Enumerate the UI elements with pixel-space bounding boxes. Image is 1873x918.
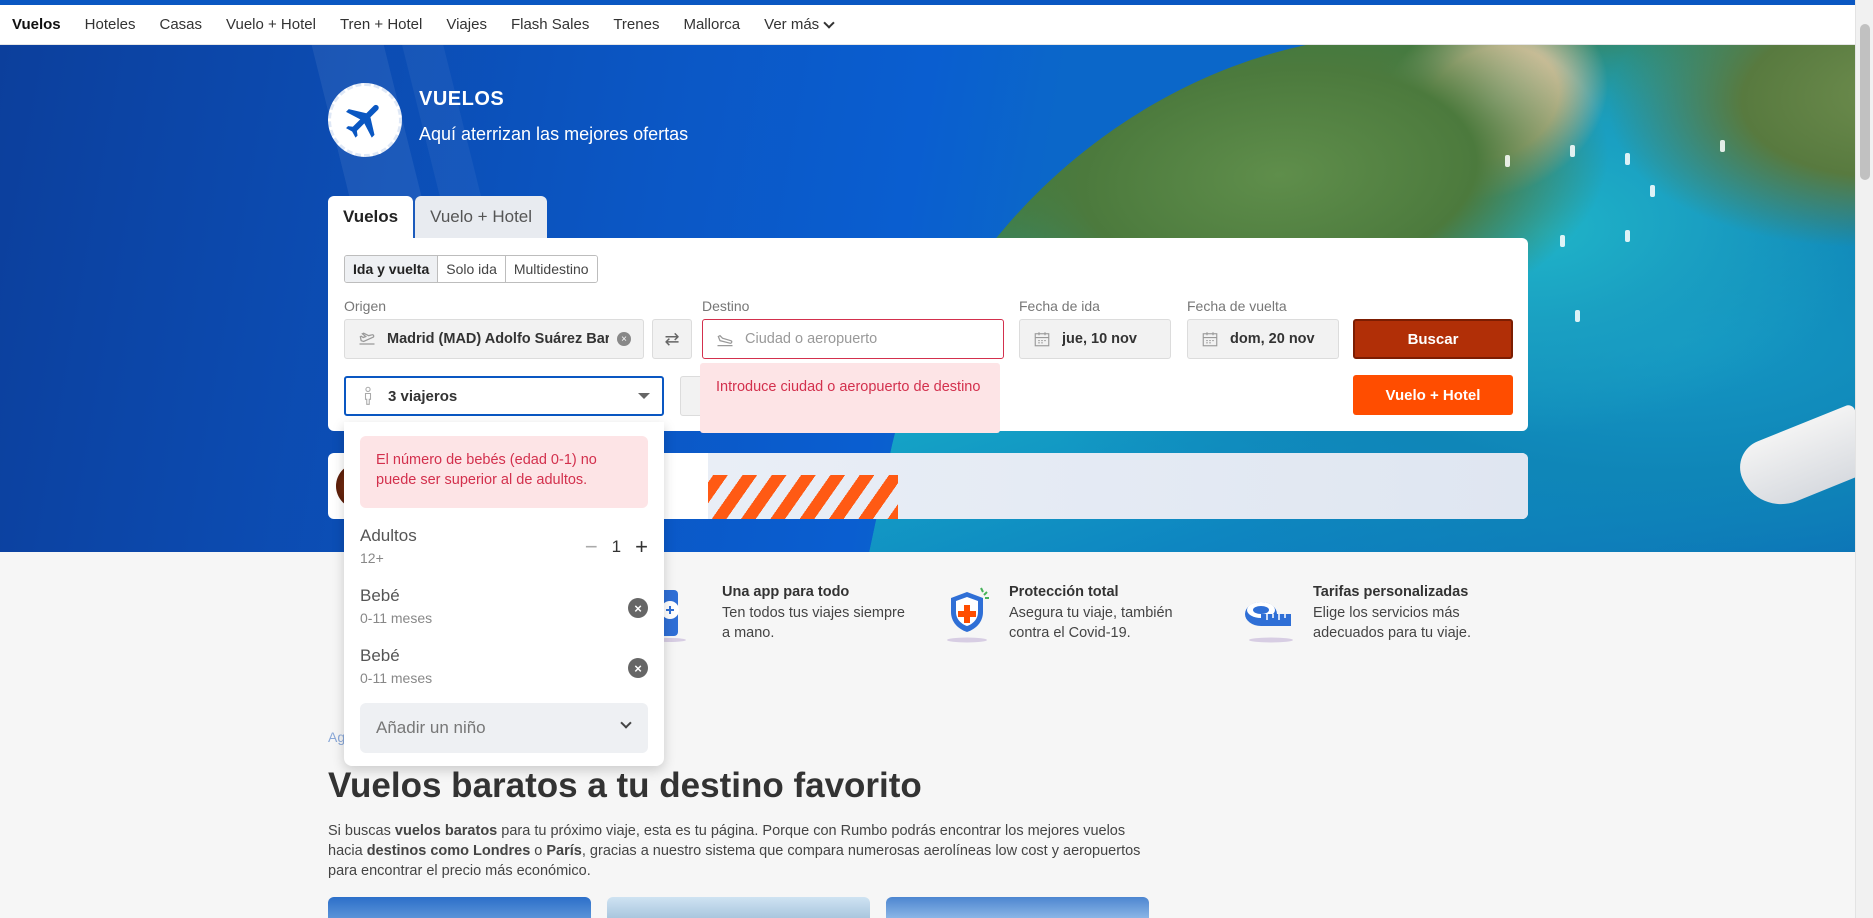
- infants-error-message: El número de bebés (edad 0-1) no puede s…: [360, 436, 648, 508]
- search-button[interactable]: Buscar: [1353, 319, 1513, 359]
- chevron-down-icon: [620, 717, 632, 729]
- feature-title: Tarifas personalizadas: [1313, 584, 1469, 600]
- person-icon: [358, 386, 378, 406]
- adults-count: 1: [611, 537, 622, 556]
- nav-item-trenes[interactable]: Trenes: [613, 16, 659, 33]
- depart-date-value: jue, 10 nov: [1062, 331, 1137, 347]
- infant-age: 0-11 meses: [360, 670, 433, 686]
- nav-item-casas[interactable]: Casas: [160, 16, 203, 33]
- nav-item-hoteles[interactable]: Hoteles: [85, 16, 136, 33]
- paragraph-link[interactable]: vuelos baratos: [395, 823, 497, 839]
- airplane-logo-icon: [328, 83, 402, 157]
- feature-fares: Tarifas personalizadas Elige los servici…: [1241, 584, 1493, 644]
- depart-label: Fecha de ida: [1019, 298, 1100, 314]
- infant-row: Bebé 0-11 meses ×: [360, 586, 648, 626]
- top-nav: Vuelos Hoteles Casas Vuelo + Hotel Tren …: [0, 0, 1855, 45]
- add-child-select[interactable]: Añadir un niño: [360, 703, 648, 753]
- swap-icon[interactable]: ⇄: [652, 319, 692, 359]
- destination-card-image[interactable]: [607, 897, 870, 918]
- boat-image: [1505, 155, 1510, 167]
- shield-icon: [937, 584, 997, 644]
- return-date-value: dom, 20 nov: [1230, 331, 1315, 347]
- infant-label: Bebé: [360, 646, 400, 665]
- tab-vuelos[interactable]: Vuelos: [328, 196, 414, 238]
- boat-image: [1720, 140, 1725, 152]
- boat-image: [1625, 153, 1630, 165]
- caret-down-icon: [638, 393, 650, 399]
- destination-card-image[interactable]: [886, 897, 1149, 918]
- boat-image: [1560, 235, 1565, 247]
- plane-landing-icon: [715, 329, 735, 349]
- adults-stepper: − 1 +: [585, 536, 648, 558]
- trip-type-round[interactable]: Ida y vuelta: [345, 256, 439, 282]
- intro-paragraph: Si buscas vuelos baratos para tu próximo…: [328, 821, 1148, 881]
- feature-text: Asegura tu viaje, también contra el Covi…: [1009, 605, 1173, 641]
- infant-row: Bebé 0-11 meses ×: [360, 646, 648, 686]
- paragraph-link[interactable]: destinos como Londres: [367, 843, 531, 859]
- depart-date-field[interactable]: jue, 10 nov: [1019, 319, 1171, 359]
- feature-title: Una app para todo: [722, 584, 850, 600]
- search-tabs: Vuelos Vuelo + Hotel: [328, 196, 549, 238]
- remove-infant-icon[interactable]: ×: [628, 598, 648, 618]
- promo-stripes: [708, 475, 898, 519]
- boat-image: [1650, 185, 1655, 197]
- tab-vuelo-hotel[interactable]: Vuelo + Hotel: [415, 196, 548, 238]
- hero-subtitle: Aquí aterrizan las mejores ofertas: [419, 124, 689, 144]
- origin-label: Origen: [344, 298, 387, 314]
- page-scrollbar[interactable]: [1855, 0, 1873, 918]
- destination-label: Destino: [702, 298, 750, 314]
- travelers-dropdown: El número de bebés (edad 0-1) no puede s…: [344, 422, 664, 766]
- infant-label: Bebé: [360, 586, 400, 605]
- nav-item-mallorca[interactable]: Mallorca: [683, 16, 740, 33]
- clear-origin-icon[interactable]: ×: [617, 332, 631, 346]
- trip-type-oneway[interactable]: Solo ida: [438, 256, 506, 282]
- paragraph-text: o: [530, 843, 547, 859]
- minus-icon[interactable]: −: [585, 536, 598, 558]
- trip-type-multi[interactable]: Multidestino: [505, 256, 597, 282]
- calendar-icon: [1032, 329, 1052, 349]
- plane-takeoff-icon: [357, 329, 377, 349]
- nav-item-tren-hotel[interactable]: Tren + Hotel: [340, 16, 422, 33]
- destination-card-image[interactable]: [328, 897, 591, 918]
- boat-image: [1625, 230, 1630, 242]
- paragraph-text: Si buscas: [328, 823, 395, 839]
- scrollbar-thumb[interactable]: [1860, 24, 1870, 180]
- feature-text: Elige los servicios más adecuados para t…: [1313, 605, 1471, 641]
- travelers-value: 3 viajeros: [388, 387, 458, 405]
- nav-more-label: Ver más: [764, 16, 820, 33]
- feature-title: Protección total: [1009, 584, 1119, 600]
- adults-row: Adultos 12+ − 1 +: [360, 526, 648, 566]
- page-title: Vuelos baratos a tu destino favorito: [328, 766, 922, 805]
- chevron-down-icon: [823, 16, 835, 29]
- nav-item-viajes[interactable]: Viajes: [446, 16, 487, 33]
- add-child-label: Añadir un niño: [376, 718, 486, 737]
- destination-field[interactable]: Ciudad o aeropuerto: [702, 319, 1004, 359]
- origin-field[interactable]: Madrid (MAD) Adolfo Suárez Barajas ×: [344, 319, 644, 359]
- nav-more-menu[interactable]: Ver más: [764, 16, 835, 33]
- boat-image: [1570, 145, 1575, 157]
- paragraph-link[interactable]: París: [546, 843, 581, 859]
- feature-app: Una app para todo Ten todos tus viajes s…: [650, 584, 912, 644]
- hero-title: VUELOS: [419, 88, 505, 110]
- destination-placeholder: Ciudad o aeropuerto: [745, 331, 878, 347]
- nav-item-vuelo-hotel[interactable]: Vuelo + Hotel: [226, 16, 316, 33]
- plus-icon[interactable]: +: [635, 536, 648, 558]
- origin-value: Madrid (MAD) Adolfo Suárez Barajas: [387, 331, 609, 347]
- calendar-icon: [1200, 329, 1220, 349]
- feature-text: Ten todos tus viajes siempre a mano.: [722, 605, 905, 641]
- trip-type-selector: Ida y vuelta Solo ida Multidestino: [344, 255, 598, 283]
- boat-image: [1575, 310, 1580, 322]
- feature-protection: Protección total Asegura tu viaje, tambi…: [937, 584, 1189, 644]
- return-date-field[interactable]: dom, 20 nov: [1187, 319, 1339, 359]
- travelers-selector[interactable]: 3 viajeros: [344, 376, 664, 416]
- breadcrumb[interactable]: Ag: [328, 729, 345, 745]
- tape-measure-icon: [1241, 584, 1301, 644]
- infant-age: 0-11 meses: [360, 610, 433, 626]
- destination-error-tooltip: Introduce ciudad o aeropuerto de destino: [700, 363, 1000, 433]
- return-label: Fecha de vuelta: [1187, 298, 1287, 314]
- remove-infant-icon[interactable]: ×: [628, 658, 648, 678]
- nav-item-vuelos[interactable]: Vuelos: [12, 16, 61, 33]
- flight-hotel-button[interactable]: Vuelo + Hotel: [1353, 375, 1513, 415]
- nav-item-flash-sales[interactable]: Flash Sales: [511, 16, 589, 33]
